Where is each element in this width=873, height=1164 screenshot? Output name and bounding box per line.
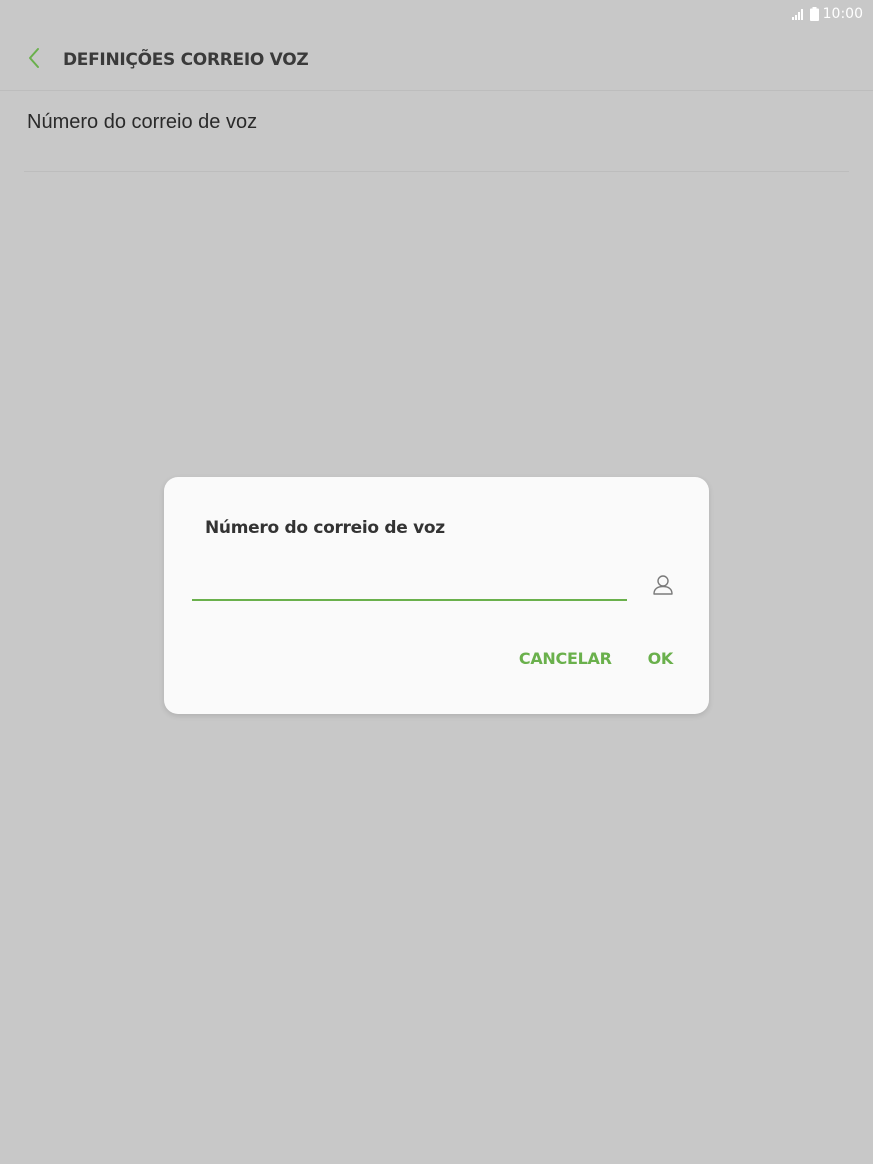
status-time: 10:00 xyxy=(822,6,863,22)
contact-person-icon xyxy=(651,573,675,602)
chevron-left-icon xyxy=(27,47,41,74)
voicemail-number-input[interactable] xyxy=(192,569,627,601)
back-button[interactable] xyxy=(14,40,54,80)
ok-button[interactable]: OK xyxy=(640,645,681,672)
dialog-actions: CANCELAR OK xyxy=(511,645,681,672)
dialog-title: Número do correio de voz xyxy=(205,518,445,538)
page-title: DEFINIÇÕES CORREIO VOZ xyxy=(63,50,309,70)
voicemail-number-dialog: Número do correio de voz CANCELAR OK xyxy=(164,477,709,714)
cancel-button[interactable]: CANCELAR xyxy=(511,645,620,672)
contact-picker-button[interactable] xyxy=(649,573,677,601)
signal-icon xyxy=(791,8,806,20)
status-bar: 10:00 xyxy=(0,0,873,28)
settings-item-label: Número do correio de voz xyxy=(27,111,258,133)
settings-item-voicemail-number[interactable]: Número do correio de voz xyxy=(24,91,849,172)
battery-icon xyxy=(809,7,819,21)
app-header: DEFINIÇÕES CORREIO VOZ xyxy=(0,30,873,91)
